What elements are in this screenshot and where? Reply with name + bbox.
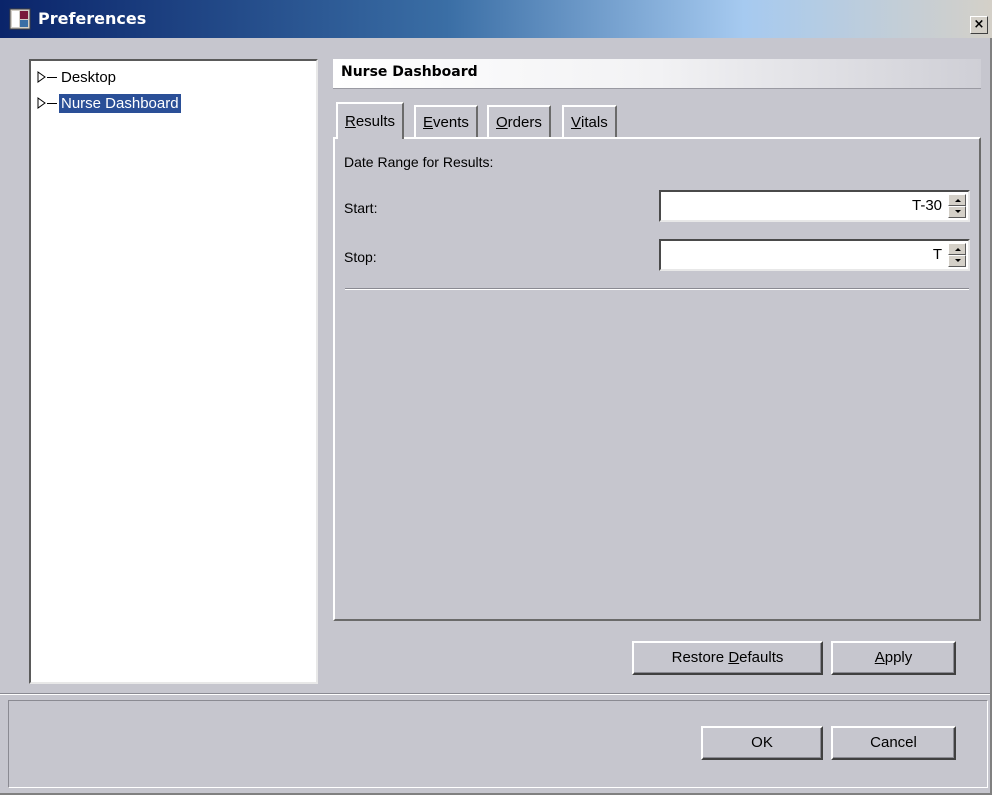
stop-label: Stop: [344,249,377,265]
spin-down-icon[interactable] [948,206,966,218]
start-value[interactable]: T-30 [912,197,942,214]
tree-item-nurse-dashboard[interactable]: Nurse Dashboard [37,92,181,114]
section-title: Nurse Dashboard [341,64,478,80]
close-button[interactable]: × [970,16,988,34]
title-bar[interactable]: Preferences × [0,0,992,38]
window-title: Preferences [38,9,147,28]
button-mnemonic: A [874,649,885,666]
tab-label: vents [433,114,469,131]
tab-mnemonic: V [571,114,582,131]
tree-item-desktop[interactable]: Desktop [37,66,118,88]
start-spinner[interactable]: T-30 [659,190,970,222]
tab-label: rders [507,114,542,131]
preferences-app-icon [9,8,31,30]
tab-mnemonic: O [496,114,508,131]
stop-value[interactable]: T [933,246,942,263]
start-label: Start: [344,200,378,216]
tab-mnemonic: R [345,113,356,130]
expand-arrow-icon[interactable] [37,71,47,83]
stop-spin-buttons [948,243,966,267]
button-label: pply [884,649,913,666]
tree-connector [47,76,57,78]
start-spin-buttons [948,194,966,218]
spin-down-icon[interactable] [948,255,966,267]
button-label: OK [751,734,773,751]
expand-arrow-icon[interactable] [37,97,47,109]
apply-button[interactable]: Apply [831,641,956,675]
button-label: Restore [671,649,729,666]
spin-up-icon[interactable] [948,243,966,255]
button-mnemonic: D [728,649,740,666]
tab-results[interactable]: Results [336,102,405,139]
tab-events[interactable]: Events [414,105,478,138]
tab-orders[interactable]: Orders [487,105,551,138]
ok-button[interactable]: OK [701,726,823,760]
tab-label: itals [581,114,608,131]
tree-item-label: Desktop [61,68,117,86]
button-label: Cancel [870,734,917,751]
close-icon: × [973,17,985,32]
results-tab-panel: Date Range for Results: Start: T-30 Stop… [333,137,981,621]
tab-vitals[interactable]: Vitals [562,105,617,138]
divider [345,288,969,290]
preferences-window: Preferences × Desktop Nurse Dashboard Nu… [0,0,992,795]
date-range-label: Date Range for Results: [344,154,494,170]
stop-spinner[interactable]: T [659,239,970,271]
cancel-button[interactable]: Cancel [831,726,956,760]
spin-up-icon[interactable] [948,194,966,206]
restore-defaults-button[interactable]: Restore Defaults [632,641,823,675]
bottom-separator [0,693,990,695]
tab-label: esults [355,113,396,130]
tab-mnemonic: E [423,114,434,131]
preferences-tree[interactable]: Desktop Nurse Dashboard [29,59,318,684]
tree-item-label: Nurse Dashboard [59,93,181,113]
button-label: efaults [739,649,784,666]
tree-connector [47,102,57,104]
section-header: Nurse Dashboard [333,59,981,89]
